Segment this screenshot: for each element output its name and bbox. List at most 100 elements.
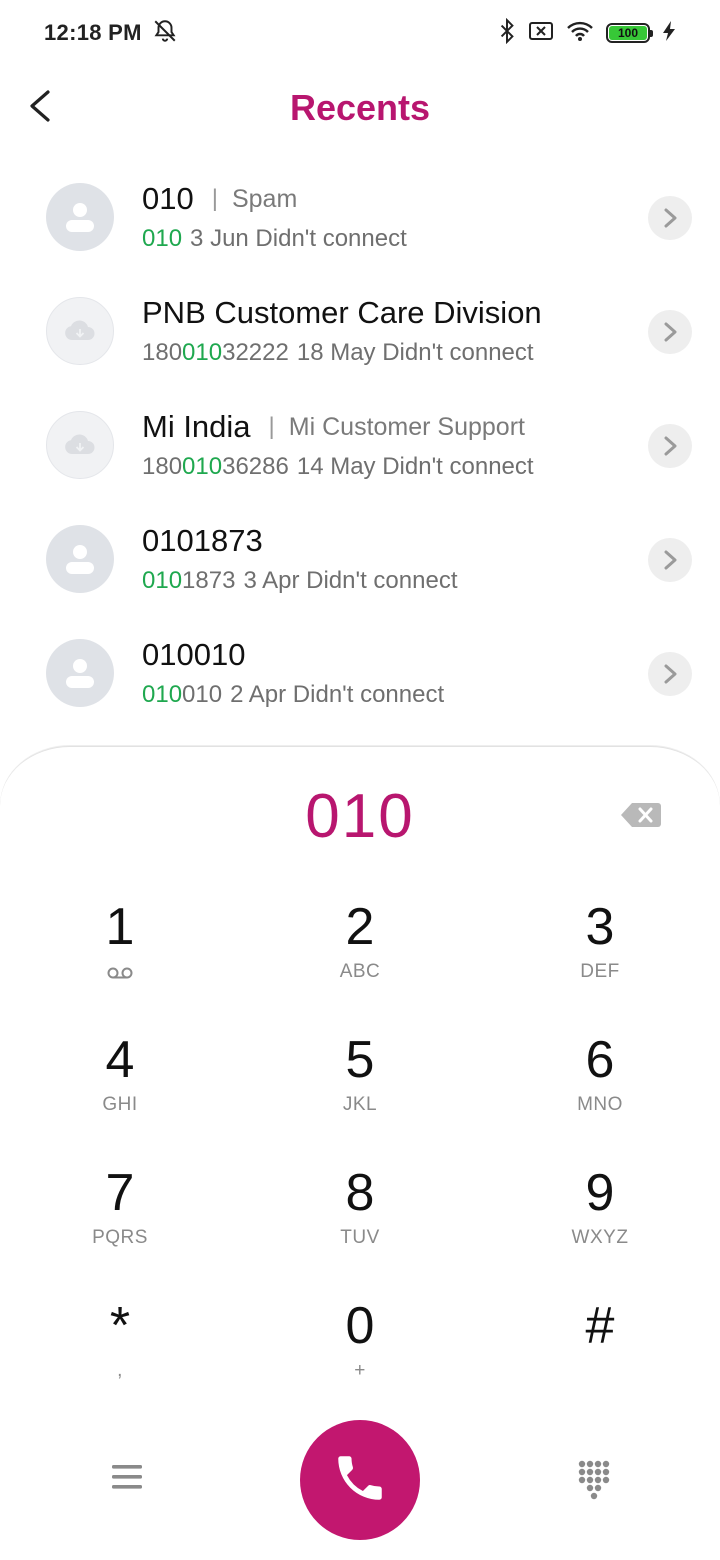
- call-details-button[interactable]: [648, 310, 692, 354]
- phone-number-part: 1873: [182, 567, 236, 594]
- key-letters: TUV: [340, 1227, 380, 1248]
- back-button[interactable]: [26, 88, 58, 128]
- key-star[interactable]: *,: [0, 1286, 240, 1419]
- key-digit: 2: [345, 898, 375, 956]
- contact-name: 010010: [142, 637, 444, 673]
- key-9[interactable]: 9 WXYZ: [480, 1153, 720, 1286]
- recent-call-row[interactable]: PNB Customer Care Division 18001032222 18 …: [0, 274, 720, 388]
- key-letters: DEF: [580, 961, 620, 982]
- recent-call-row[interactable]: Mi India | Mi Customer Support 18001036286 1…: [0, 388, 720, 502]
- phone-number-part: 180: [142, 339, 183, 366]
- key-0[interactable]: 0 +: [240, 1286, 480, 1419]
- contact-name: 0101873: [142, 523, 457, 559]
- key-hash[interactable]: #: [480, 1286, 720, 1419]
- key-2[interactable]: 2 ABC: [240, 887, 480, 1020]
- silent-bell-icon: [152, 18, 178, 49]
- keypad-toggle-button[interactable]: [574, 1458, 614, 1502]
- header: Recents: [0, 66, 720, 150]
- key-7[interactable]: 7 PQRS: [0, 1153, 240, 1286]
- keypad-row: 4 GHI 5 JKL 6 MNO: [0, 1020, 720, 1153]
- key-letters: ,: [117, 1360, 123, 1381]
- phone-number-part: 32222: [222, 339, 289, 366]
- call-details-button[interactable]: [648, 424, 692, 468]
- recent-call-text: 0101873 0101873 3 Apr Didn't connect: [142, 523, 457, 595]
- recent-call-text: Mi India | Mi Customer Support 18001036286 1…: [142, 409, 534, 481]
- dialed-number-display[interactable]: 010: [0, 781, 720, 852]
- call-details-button[interactable]: [648, 196, 692, 240]
- key-letters: +: [354, 1360, 366, 1381]
- recent-call-row[interactable]: 010 | Spam 010 3 Jun Didn't connect: [0, 160, 720, 274]
- key-letters: GHI: [102, 1094, 138, 1115]
- recent-call-row[interactable]: 0101873 0101873 3 Apr Didn't connect: [0, 502, 720, 616]
- chevron-right-icon: [662, 663, 678, 685]
- keypad-row: 7 PQRS 8 TUV 9 WXYZ: [0, 1153, 720, 1286]
- contact-name: 010 | Spam: [142, 181, 407, 217]
- chevron-right-icon: [662, 435, 678, 457]
- call-details-button[interactable]: [648, 538, 692, 582]
- key-digit: 0: [345, 1297, 375, 1355]
- contact-avatar: [46, 525, 114, 593]
- call-button[interactable]: [300, 1420, 420, 1540]
- cloud-icon: [63, 433, 97, 457]
- contact-name-part: 0101873: [142, 523, 263, 558]
- phone-number-part: 010: [142, 681, 183, 708]
- status-time: 12:18 PM: [44, 20, 142, 45]
- key-8[interactable]: 8 TUV: [240, 1153, 480, 1286]
- key-letters: MNO: [577, 1094, 623, 1115]
- tag-separator: |: [211, 185, 218, 212]
- key-digit: *: [109, 1297, 131, 1355]
- contact-name-part: PNB Customer Care Division: [142, 295, 542, 330]
- key-digit: 1: [105, 898, 135, 956]
- chevron-right-icon: [662, 207, 678, 229]
- call-date-status: 3 Apr Didn't connect: [243, 567, 458, 594]
- contact-name-part: 010010: [142, 637, 246, 672]
- voicemail-icon: [106, 961, 134, 985]
- keypad-row: *, 0 + #: [0, 1286, 720, 1419]
- call-date-status: 18 May Didn't connect: [296, 339, 534, 366]
- keypad-grid-icon: [574, 1460, 614, 1506]
- phone-number-part: 010: [182, 453, 223, 480]
- recent-call-text: 010 | Spam 010 3 Jun Didn't connect: [142, 181, 407, 253]
- contact-tag: Spam: [231, 184, 298, 213]
- key-5[interactable]: 5 JKL: [240, 1020, 480, 1153]
- battery-icon: 100: [606, 23, 653, 43]
- key-digit: #: [585, 1297, 615, 1355]
- key-digit: 9: [585, 1164, 615, 1222]
- call-details-button[interactable]: [648, 652, 692, 696]
- key-digit: 6: [585, 1031, 615, 1089]
- menu-icon: [108, 1465, 146, 1496]
- key-digit: 5: [345, 1031, 375, 1089]
- phone-icon: [331, 1449, 389, 1512]
- call-date-status: 3 Jun Didn't connect: [190, 225, 407, 252]
- key-digit: 4: [105, 1031, 135, 1089]
- status-bar: 12:18 PM 100: [0, 0, 720, 66]
- phone-number-part: 010: [142, 567, 183, 594]
- phone-number-part: 010: [142, 225, 183, 252]
- backspace-icon: [620, 803, 662, 833]
- tag-separator: |: [268, 413, 275, 440]
- call-details: 18001036286 14 May Didn't connect: [142, 453, 534, 481]
- menu-button[interactable]: [108, 1462, 148, 1498]
- contact-avatar: [46, 411, 114, 479]
- key-letters: ABC: [339, 961, 381, 982]
- call-details: 010 3 Jun Didn't connect: [142, 225, 407, 253]
- page-title: Recents: [289, 87, 431, 128]
- recent-call-text: 010010 010010 2 Apr Didn't connect: [142, 637, 444, 709]
- key-1[interactable]: 1: [0, 887, 240, 1020]
- keypad-grid: 1 2 ABC 3 DEF 4 GHI 5 JKL 6 MNO 7 PQRS 8 TUV 9 WXYZ *, 0 + #: [0, 887, 720, 1419]
- call-date-status: 2 Apr Didn't connect: [230, 681, 445, 708]
- recent-call-row[interactable]: 010010 010010 2 Apr Didn't connect: [0, 616, 720, 730]
- recents-list: 010 | Spam 010 3 Jun Didn't connect PNB Custo…: [0, 160, 720, 730]
- cloud-icon: [63, 319, 97, 343]
- key-letters: PQRS: [92, 1227, 148, 1248]
- backspace-button[interactable]: [620, 801, 662, 829]
- key-6[interactable]: 6 MNO: [480, 1020, 720, 1153]
- person-icon: [60, 197, 100, 237]
- chevron-right-icon: [662, 549, 678, 571]
- contact-name-part: Mi India: [142, 409, 251, 444]
- phone-screen: 12:18 PM 100 Recents 010 | Spam 010 3 Ju…: [0, 0, 720, 1560]
- key-letters: JKL: [342, 1094, 378, 1115]
- key-4[interactable]: 4 GHI: [0, 1020, 240, 1153]
- key-3[interactable]: 3 DEF: [480, 887, 720, 1020]
- charging-bolt-icon: [662, 20, 676, 47]
